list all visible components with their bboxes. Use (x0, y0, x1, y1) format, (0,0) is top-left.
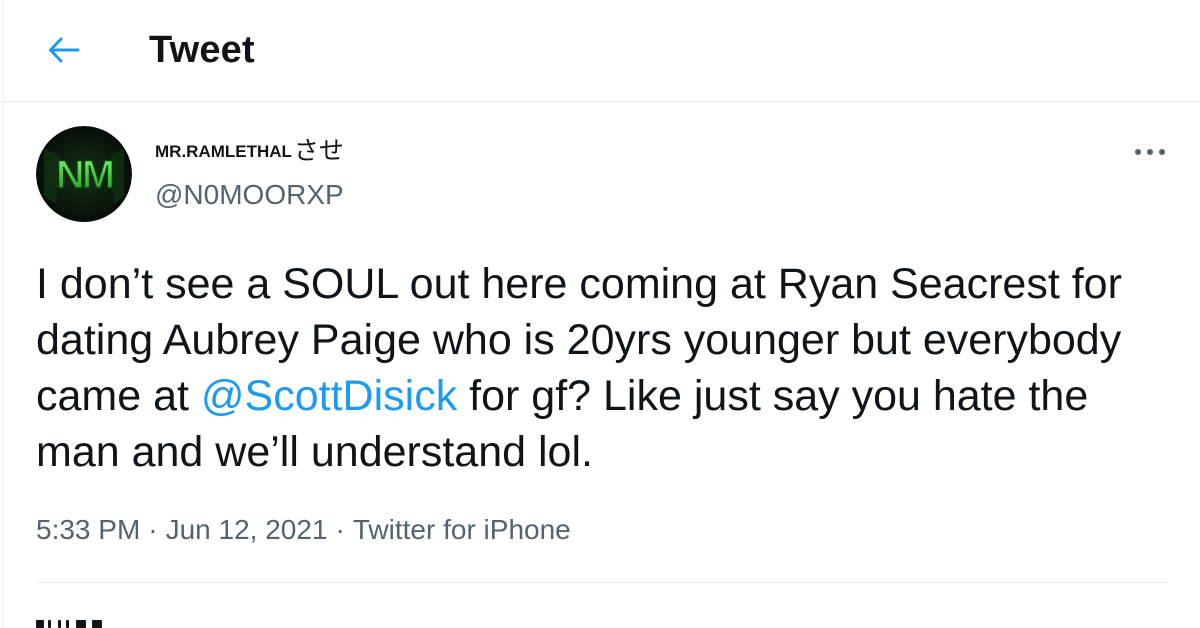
cut-off-stats-row (36, 618, 116, 628)
display-name-text: MR.RAMLETHAL (155, 142, 292, 161)
tweet-page: Tweet NM MR.RAMLETHALさせ @N0MOORXP I don’… (0, 0, 1200, 628)
author-display-name[interactable]: MR.RAMLETHALさせ (155, 138, 344, 165)
tweet-time[interactable]: 5:33 PM (36, 514, 140, 545)
mention-link[interactable]: @ScottDisick (201, 372, 457, 420)
meta-separator: · (148, 514, 158, 545)
avatar-initials: NM (56, 153, 113, 197)
tweet-text: I don’t see a SOUL out here coming at Ry… (36, 256, 1176, 480)
divider (36, 582, 1168, 583)
arrow-left-icon (49, 37, 80, 63)
more-options-button[interactable] (1128, 138, 1172, 166)
author-handle[interactable]: @N0MOORXP (155, 178, 344, 212)
tweet-metadata: 5:33 PM · Jun 12, 2021 · Twitter for iPhone (36, 512, 571, 548)
top-header: Tweet (0, 0, 1200, 102)
avatar-logo: NM (36, 126, 132, 222)
tweet-date[interactable]: Jun 12, 2021 (166, 514, 328, 545)
back-button[interactable] (40, 28, 88, 72)
meta-separator: · (335, 514, 345, 545)
avatar[interactable]: NM (36, 126, 132, 222)
more-horizontal-icon (1135, 149, 1165, 155)
tweet-source[interactable]: Twitter for iPhone (353, 514, 571, 545)
display-name-suffix: させ (293, 137, 344, 165)
page-title: Tweet (149, 29, 255, 71)
